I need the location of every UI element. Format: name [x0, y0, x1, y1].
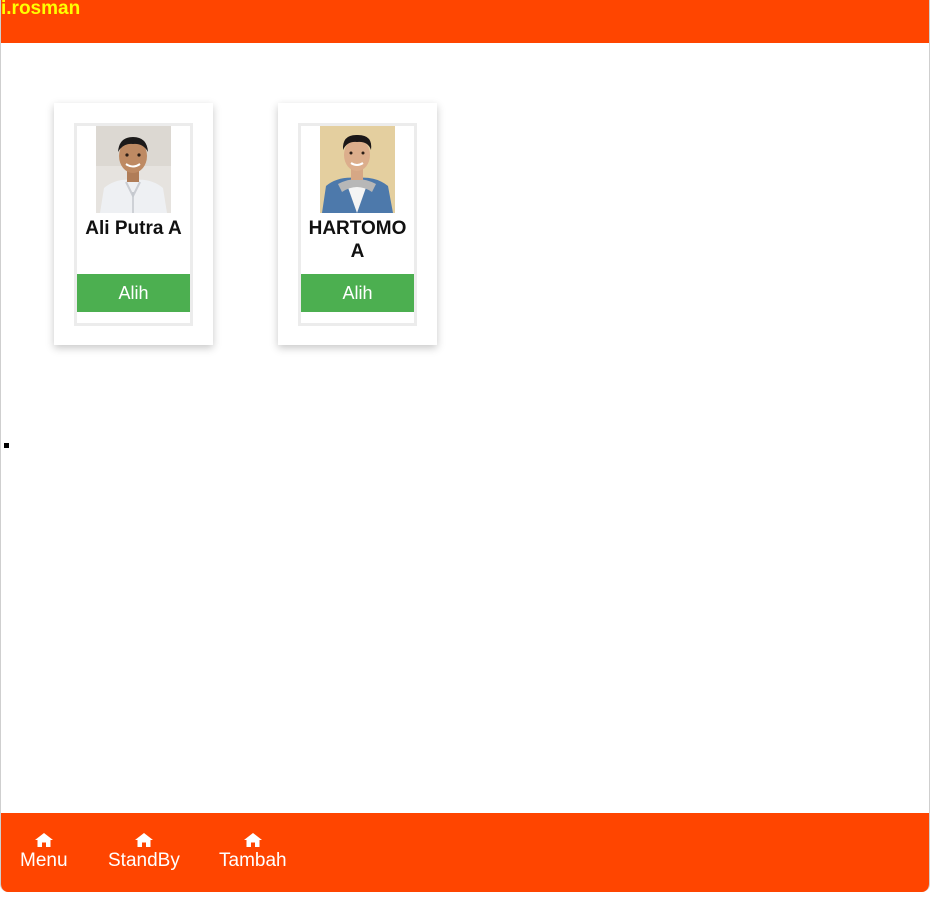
nav-item-tambah[interactable]: Tambah [219, 833, 287, 872]
alih-button[interactable]: Alih [301, 274, 414, 312]
username-label: i.rosman [1, 0, 81, 19]
nav-item-menu[interactable]: Menu [20, 833, 68, 872]
person-name: HARTOMO A [308, 218, 407, 262]
home-icon [243, 833, 262, 847]
app-frame: i.rosman Ali Putra A Alih HARTOMO A Alih… [0, 0, 930, 892]
person-card: Ali Putra A Alih [54, 103, 213, 345]
person-photo-icon [96, 126, 171, 213]
top-bar: i.rosman [1, 0, 929, 43]
home-icon [134, 833, 153, 847]
person-card-inner: Ali Putra A Alih [74, 123, 193, 326]
bottom-nav: Menu StandBy Tambah [1, 813, 929, 892]
person-card: HARTOMO A Alih [278, 103, 437, 345]
person-card-inner: HARTOMO A Alih [298, 123, 417, 326]
person-name: Ali Putra A [85, 218, 182, 239]
person-photo-icon [320, 126, 395, 213]
bullet-marker [4, 443, 9, 448]
alih-button[interactable]: Alih [77, 274, 190, 312]
home-icon [34, 833, 53, 847]
nav-label: Tambah [219, 850, 287, 871]
nav-label: StandBy [108, 850, 180, 871]
nav-item-standby[interactable]: StandBy [108, 833, 180, 872]
nav-label: Menu [20, 850, 68, 871]
